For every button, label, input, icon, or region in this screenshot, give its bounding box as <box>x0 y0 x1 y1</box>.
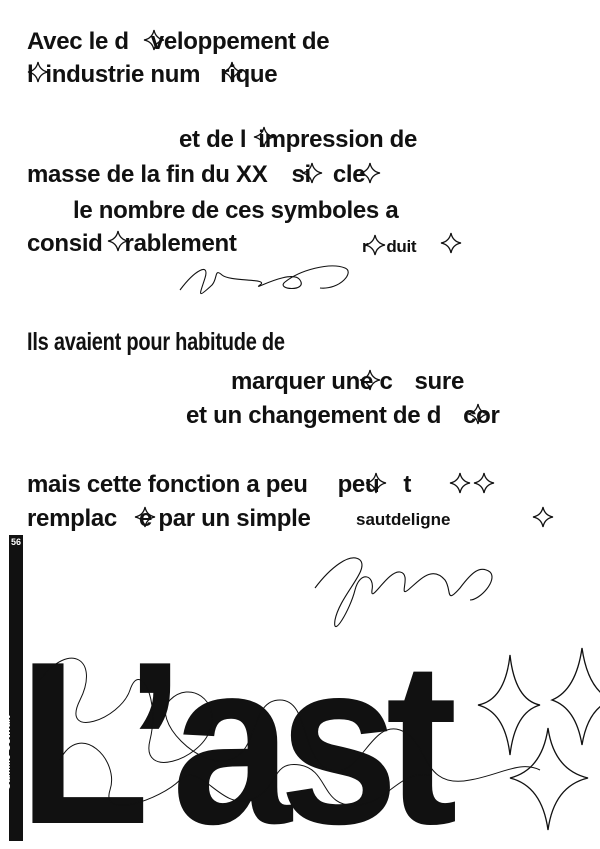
handwritten-scribble-icon <box>179 265 349 295</box>
asterism-star-icon <box>359 369 381 391</box>
asterism-star-icon <box>143 29 165 51</box>
asterism-star-icon <box>253 126 275 148</box>
asterism-star-icon <box>477 654 541 756</box>
handwritten-scribble-icon <box>39 657 541 782</box>
asterism-star-icon <box>365 472 387 494</box>
asterism-star-icon <box>359 162 381 184</box>
asterism-star-icon <box>301 162 323 184</box>
asterism-star-icon <box>467 403 489 425</box>
asterism-star-icon <box>550 647 600 746</box>
decoration-layer <box>27 29 600 831</box>
asterism-star-icon <box>449 472 471 494</box>
asterism-star-icon <box>134 506 156 528</box>
asterism-star-icon <box>107 230 129 252</box>
asterism-star-icon <box>440 232 462 254</box>
poster-page: Avec le d veloppement de l industrie num ri… <box>0 0 600 849</box>
asterism-star-icon <box>509 727 589 831</box>
asterism-star-icon <box>221 61 243 83</box>
asterism-star-icon <box>27 61 49 83</box>
asterism-star-icon <box>532 506 554 528</box>
handwritten-scribble-icon <box>59 742 431 806</box>
asterism-star-icon <box>473 472 495 494</box>
handwritten-scribble-icon <box>314 557 493 628</box>
asterism-star-icon <box>364 234 386 256</box>
